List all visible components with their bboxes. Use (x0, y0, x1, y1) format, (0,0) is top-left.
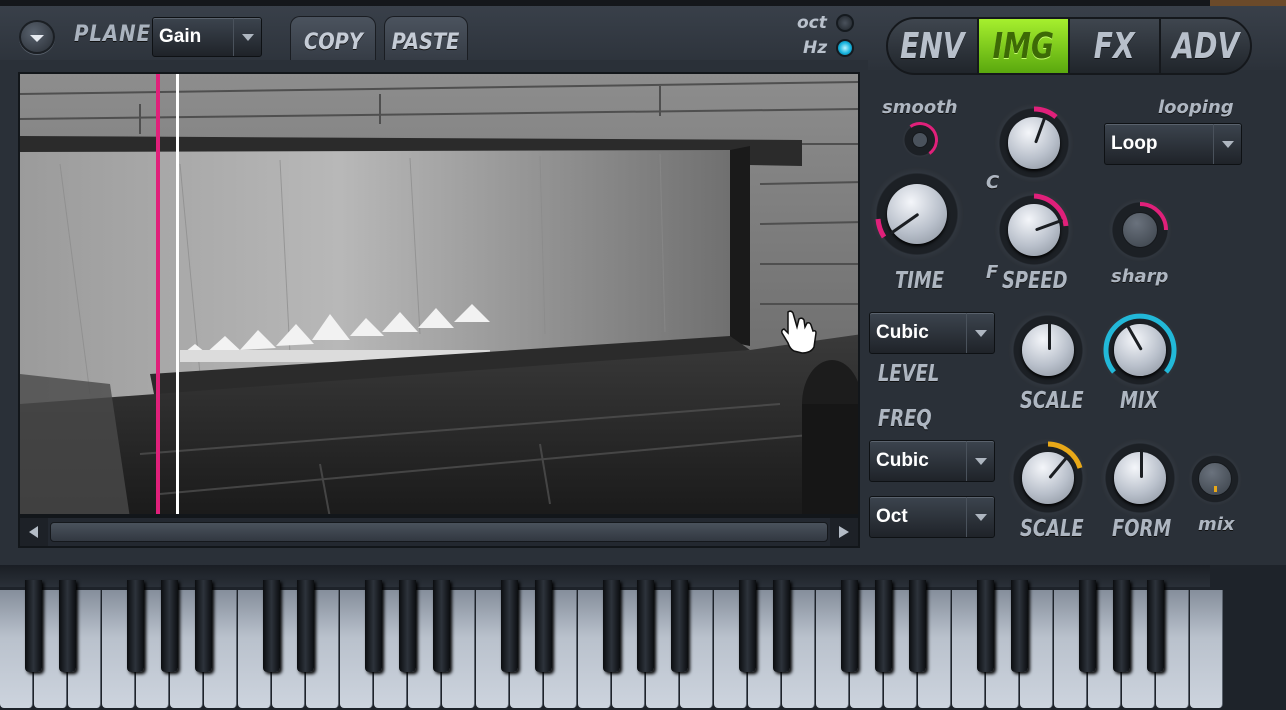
wood-trim (1210, 0, 1286, 6)
black-key[interactable] (637, 580, 654, 672)
scroll-right-icon[interactable] (830, 518, 858, 546)
black-key[interactable] (399, 580, 416, 672)
top-edge (0, 0, 1286, 6)
looping-label: looping (1158, 97, 1234, 118)
tab-img[interactable]: IMG (979, 19, 1070, 73)
f-label: F (986, 262, 999, 283)
menu-button[interactable] (19, 20, 55, 54)
fireplace-image (20, 74, 858, 516)
tab-adv-label: ADV (1172, 25, 1239, 67)
speed-label: SPEED (1002, 268, 1068, 294)
black-key[interactable] (297, 580, 314, 672)
black-key[interactable] (1147, 580, 1164, 672)
menu-arrow-icon (30, 35, 44, 42)
mode-tabs: ENV IMG FX ADV (886, 17, 1252, 75)
freq-unit-value: Oct (876, 506, 908, 527)
sharp-knob[interactable] (1108, 198, 1172, 262)
black-key[interactable] (501, 580, 518, 672)
tab-fx[interactable]: FX (1070, 19, 1161, 73)
level-label: LEVEL (878, 361, 940, 387)
black-key[interactable] (739, 580, 756, 672)
form-knob[interactable] (1100, 438, 1180, 518)
time-label: TIME (895, 268, 945, 294)
black-key[interactable] (59, 580, 76, 672)
small-mix-label: mix (1198, 514, 1235, 535)
tab-env-label: ENV (900, 25, 965, 67)
oct-toggle[interactable] (836, 14, 854, 32)
black-key[interactable] (909, 580, 926, 672)
black-key[interactable] (161, 580, 178, 672)
black-key[interactable] (535, 580, 552, 672)
looping-select-value: Loop (1111, 133, 1158, 154)
level-interp-value: Cubic (876, 322, 929, 343)
black-key[interactable] (1113, 580, 1130, 672)
copy-button-label: COPY (303, 30, 363, 55)
black-key[interactable] (773, 580, 790, 672)
paste-button-label: PASTE (392, 30, 460, 55)
speed-knob[interactable] (994, 190, 1074, 270)
freq-unit-select[interactable]: Oct (869, 496, 995, 538)
tab-img-label: IMG (992, 25, 1055, 67)
black-key[interactable] (875, 580, 892, 672)
freq-label: FREQ (878, 406, 932, 432)
black-key[interactable] (603, 580, 620, 672)
mix-label: MIX (1120, 388, 1159, 414)
black-key[interactable] (1079, 580, 1096, 672)
black-key[interactable] (671, 580, 688, 672)
tab-env[interactable]: ENV (888, 19, 979, 73)
form-label: FORM (1112, 516, 1172, 542)
chevron-down-icon (966, 441, 994, 481)
scroll-thumb[interactable] (50, 522, 828, 542)
scroll-left-icon[interactable] (20, 518, 48, 546)
black-key[interactable] (433, 580, 450, 672)
black-key[interactable] (1011, 580, 1028, 672)
level-scale-label: SCALE (1020, 388, 1084, 414)
plane-select[interactable]: Gain (152, 17, 262, 57)
freq-scale-knob[interactable] (1008, 438, 1088, 518)
chevron-down-icon (966, 313, 994, 353)
level-scale-knob[interactable] (1008, 310, 1088, 390)
black-key[interactable] (127, 580, 144, 672)
black-key[interactable] (263, 580, 280, 672)
chevron-down-icon (233, 18, 261, 56)
black-key[interactable] (841, 580, 858, 672)
image-editor[interactable] (18, 72, 860, 516)
time-knob[interactable] (870, 167, 964, 261)
smooth-label: smooth (882, 97, 958, 118)
c-knob[interactable] (994, 103, 1074, 183)
hz-toggle[interactable] (836, 39, 854, 57)
horizontal-scrollbar[interactable] (18, 516, 860, 548)
level-interp-select[interactable]: Cubic (869, 312, 995, 354)
tab-fx-label: FX (1094, 25, 1135, 67)
white-key[interactable] (1190, 590, 1223, 708)
mix-knob[interactable] (1100, 310, 1180, 390)
position-marker[interactable] (176, 74, 179, 516)
freq-scale-label: SCALE (1020, 516, 1084, 542)
black-key[interactable] (25, 580, 42, 672)
plane-label: PLANE (74, 22, 152, 47)
chevron-down-icon (1213, 124, 1241, 164)
looping-select[interactable]: Loop (1104, 123, 1242, 165)
plane-select-value: Gain (159, 26, 202, 47)
chevron-down-icon (966, 497, 994, 537)
black-key[interactable] (365, 580, 382, 672)
black-key[interactable] (977, 580, 994, 672)
sharp-label: sharp (1111, 266, 1169, 287)
small-mix-knob[interactable] (1188, 452, 1242, 506)
playhead-marker[interactable] (156, 74, 160, 516)
freq-interp-select[interactable]: Cubic (869, 440, 995, 482)
smooth-knob[interactable] (899, 119, 941, 161)
black-key[interactable] (195, 580, 212, 672)
freq-interp-value: Cubic (876, 450, 929, 471)
tab-adv[interactable]: ADV (1161, 19, 1250, 73)
